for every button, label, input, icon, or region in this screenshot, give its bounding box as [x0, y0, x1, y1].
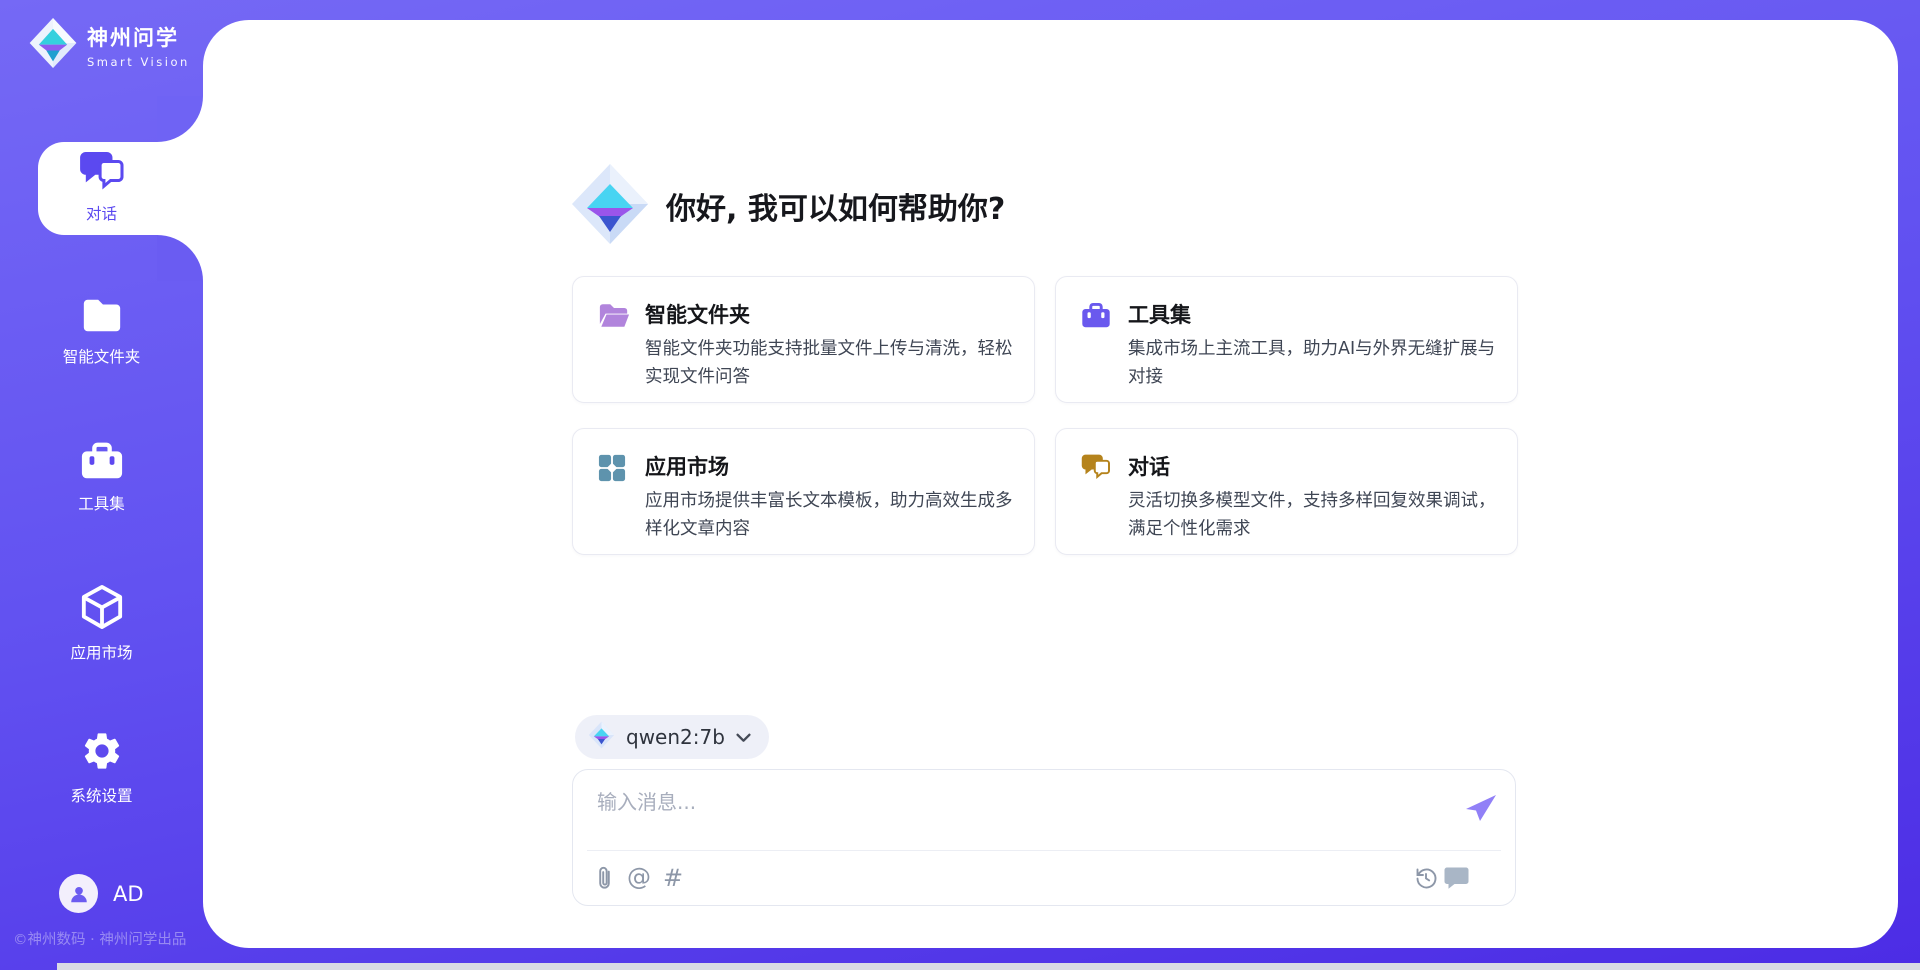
person-icon: [68, 883, 90, 905]
message-composer: @ #: [572, 769, 1516, 906]
tab-curve-top: [157, 96, 203, 142]
diamond-logo-icon: [570, 162, 650, 250]
card-description: 应用市场提供丰富长文本模板，助力高效生成多样化文章内容: [645, 487, 1027, 543]
card-smart-folder[interactable]: 智能文件夹 智能文件夹功能支持批量文件上传与清洗，轻松实现文件问答: [572, 276, 1035, 403]
send-icon[interactable]: [1465, 792, 1497, 822]
card-app-market[interactable]: 应用市场 应用市场提供丰富长文本模板，助力高效生成多样化文章内容: [572, 428, 1035, 555]
card-title: 对话: [1128, 451, 1170, 481]
diamond-logo-icon: [588, 721, 615, 753]
sidebar-item-smart-folder[interactable]: 智能文件夹: [0, 296, 203, 367]
tab-curve-bottom: [157, 235, 203, 281]
cube-icon: [80, 584, 124, 634]
chat-icon: [1081, 454, 1111, 484]
card-description: 灵活切换多模型文件，支持多样回复效果调试，满足个性化需求: [1128, 487, 1510, 543]
sidebar: 神州问学 Smart Vision 对话 智能文件夹: [0, 0, 203, 970]
app-logo: 神州问学 Smart Vision: [28, 16, 190, 74]
chat-icon: [79, 151, 125, 195]
greeting-text: 你好, 我可以如何帮助你?: [666, 184, 1005, 228]
gear-icon: [80, 729, 124, 777]
chevron-down-icon: [736, 728, 751, 747]
at-icon[interactable]: @: [627, 862, 651, 892]
horizontal-scrollbar[interactable]: [57, 963, 1920, 970]
composer-divider: [587, 850, 1501, 851]
model-name: qwen2:7b: [626, 725, 725, 749]
user-profile[interactable]: AD: [59, 874, 144, 913]
sidebar-item-label: 智能文件夹: [63, 345, 141, 367]
sidebar-item-toolset[interactable]: 工具集: [0, 441, 203, 514]
card-description: 智能文件夹功能支持批量文件上传与清洗，轻松实现文件问答: [645, 335, 1027, 391]
card-title: 工具集: [1128, 299, 1191, 329]
paperclip-icon[interactable]: [597, 865, 612, 895]
card-toolset[interactable]: 工具集 集成市场上主流工具，助力AI与外界无缝扩展与对接: [1055, 276, 1518, 403]
folder-icon: [80, 296, 124, 338]
user-initials: AD: [113, 882, 144, 906]
card-description: 集成市场上主流工具，助力AI与外界无缝扩展与对接: [1128, 335, 1510, 391]
sidebar-item-app-market[interactable]: 应用市场: [0, 584, 203, 663]
card-title: 应用市场: [645, 451, 729, 481]
sidebar-item-label: 对话: [86, 202, 117, 224]
toolbox-icon: [80, 441, 124, 485]
brand-subtitle: Smart Vision: [87, 55, 190, 69]
sidebar-item-chat[interactable]: 对话: [0, 151, 203, 224]
content-panel: 你好, 我可以如何帮助你? 智能文件夹 智能文件夹功能支持批量文件上传与清洗，轻…: [203, 20, 1898, 948]
chat-bubble-icon[interactable]: [1444, 867, 1469, 893]
sidebar-item-label: 系统设置: [70, 784, 132, 806]
toolbox-icon: [1081, 302, 1111, 333]
brand-name: 神州问学: [87, 22, 190, 52]
hash-icon[interactable]: #: [663, 863, 683, 893]
sidebar-item-label: 应用市场: [70, 641, 132, 663]
sidebar-item-label: 工具集: [78, 492, 125, 514]
avatar: [59, 874, 98, 913]
feature-cards: 智能文件夹 智能文件夹功能支持批量文件上传与清洗，轻松实现文件问答 工具集 集成…: [572, 276, 1518, 555]
greeting: 你好, 我可以如何帮助你?: [570, 162, 1005, 250]
diamond-logo-icon: [28, 16, 78, 74]
card-chat[interactable]: 对话 灵活切换多模型文件，支持多样回复效果调试，满足个性化需求: [1055, 428, 1518, 555]
copyright-text: ©神州数码 · 神州问学出品: [13, 928, 186, 949]
folder-open-icon: [598, 302, 630, 333]
message-input[interactable]: [597, 783, 1417, 821]
sidebar-item-settings[interactable]: 系统设置: [0, 729, 203, 806]
composer-toolbar: @ #: [597, 862, 1497, 896]
history-icon[interactable]: [1414, 866, 1438, 894]
app-grid-icon: [598, 454, 626, 486]
model-selector[interactable]: qwen2:7b: [575, 715, 769, 759]
card-title: 智能文件夹: [645, 299, 750, 329]
